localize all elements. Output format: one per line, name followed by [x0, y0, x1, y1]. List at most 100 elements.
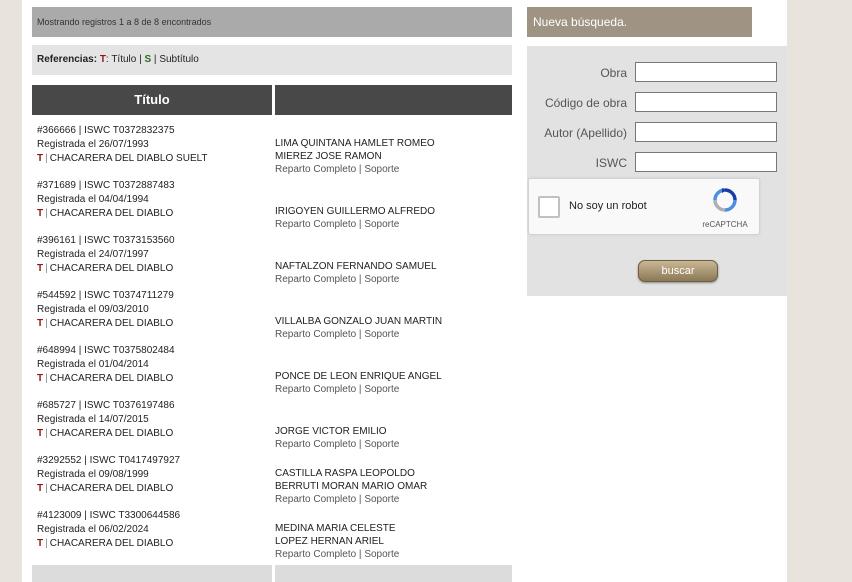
- reparto-completo-link[interactable]: Reparto Completo: [275, 494, 356, 505]
- registration-date: Registrada el 09/03/2010: [37, 304, 149, 315]
- author-name: IRIGOYEN GUILLERMO ALFREDO: [275, 206, 436, 217]
- title-cell: #3292552 | ISWC T0417497927 Registrada el…: [37, 454, 272, 496]
- soporte-link[interactable]: Soporte: [364, 274, 399, 285]
- separator: |: [45, 538, 48, 549]
- table-footer: [32, 565, 512, 582]
- registration-date: Registrada el 04/04/1994: [37, 194, 149, 205]
- recaptcha-icon: [713, 188, 737, 212]
- codigo-input[interactable]: [635, 92, 777, 112]
- title-cell: #685727 | ISWC T0376197486 Registrada el …: [37, 399, 272, 441]
- reparto-completo-link[interactable]: Reparto Completo: [275, 329, 356, 340]
- table-row: #685727 | ISWC T0376197486 Registrada el …: [32, 399, 512, 454]
- ref-s-label: Subtítulo: [159, 54, 199, 65]
- soporte-link[interactable]: Soporte: [364, 439, 399, 450]
- work-title-line: T | CHACARERA DEL DIABLO: [37, 262, 272, 276]
- work-title: CHACARERA DEL DIABLO SUELT: [49, 153, 208, 164]
- title-cell: #4123009 | ISWC T3300644586 Registrada el…: [37, 509, 272, 551]
- field-autor: Autor (Apellido): [527, 122, 787, 144]
- authors-cell: VILLALBA GONZALO JUAN MARTIN Reparto Comp…: [275, 289, 512, 341]
- table-row: #3292552 | ISWC T0417497927 Registrada el…: [32, 454, 512, 509]
- autor-input[interactable]: [635, 122, 777, 142]
- soporte-link[interactable]: Soporte: [364, 549, 399, 560]
- work-title-line: T | CHACARERA DEL DIABLO: [37, 537, 272, 551]
- title-type-badge: T: [37, 373, 44, 384]
- table-row: #544592 | ISWC T0374711279 Registrada el …: [32, 289, 512, 344]
- iswc-label: ISWC: [595, 156, 627, 170]
- recaptcha-checkbox[interactable]: [538, 196, 560, 218]
- iswc-input[interactable]: [635, 152, 777, 172]
- row-links: Reparto Completo | Soporte: [275, 163, 512, 176]
- work-title: CHACARERA DEL DIABLO: [49, 208, 174, 219]
- reparto-completo-link[interactable]: Reparto Completo: [275, 439, 356, 450]
- work-id-iswc: #685727 | ISWC T0376197486: [37, 400, 175, 411]
- title-type-badge: T: [37, 153, 44, 164]
- work-title: CHACARERA DEL DIABLO: [49, 483, 174, 494]
- soporte-link[interactable]: Soporte: [364, 384, 399, 395]
- row-links: Reparto Completo | Soporte: [275, 493, 512, 506]
- recaptcha-brand: reCAPTCHA: [702, 220, 748, 229]
- work-title: CHACARERA DEL DIABLO: [49, 538, 174, 549]
- row-links: Reparto Completo | Soporte: [275, 383, 512, 396]
- separator: |: [45, 208, 48, 219]
- results-column: Mostrando registros 1 a 8 de 8 encontrad…: [32, 0, 512, 582]
- authors-cell: NAFTALZON FERNANDO SAMUEL Reparto Complet…: [275, 234, 512, 286]
- obra-input[interactable]: [635, 62, 777, 82]
- registration-date: Registrada el 14/07/2015: [37, 414, 149, 425]
- search-button[interactable]: buscar: [638, 260, 718, 282]
- reparto-completo-link[interactable]: Reparto Completo: [275, 274, 356, 285]
- search-header: Nueva búsqueda.: [527, 7, 752, 37]
- ref-t-code: T: [99, 54, 106, 65]
- authors-cell: PONCE DE LEON ENRIQUE ANGEL Reparto Compl…: [275, 344, 512, 396]
- reparto-completo-link[interactable]: Reparto Completo: [275, 219, 356, 230]
- author-name: MEDINA MARIA CELESTE: [275, 523, 396, 534]
- title-cell: #544592 | ISWC T0374711279 Registrada el …: [37, 289, 272, 331]
- table-row: #396161 | ISWC T0373153560 Registrada el …: [32, 234, 512, 289]
- recaptcha-logo: reCAPTCHA: [701, 187, 749, 229]
- work-id-iswc: #366666 | ISWC T0372832375: [37, 125, 175, 136]
- separator: |: [45, 373, 48, 384]
- results-table: #366666 | ISWC T0372832375 Registrada el …: [32, 124, 512, 564]
- author-name: MIEREZ JOSE RAMON: [275, 151, 382, 162]
- work-title-line: T | CHACARERA DEL DIABLO: [37, 207, 272, 221]
- references-legend: Referencias: T: Título | S | Subtítulo: [32, 45, 512, 75]
- work-title-line: T | CHACARERA DEL DIABLO: [37, 317, 272, 331]
- soporte-link[interactable]: Soporte: [364, 219, 399, 230]
- registration-date: Registrada el 01/04/2014: [37, 359, 149, 370]
- table-row: #371689 | ISWC T0372887483 Registrada el …: [32, 179, 512, 234]
- title-type-badge: T: [37, 263, 44, 274]
- registration-date: Registrada el 24/07/1997: [37, 249, 149, 260]
- work-title: CHACARERA DEL DIABLO: [49, 428, 174, 439]
- work-id-iswc: #544592 | ISWC T0374711279: [37, 290, 174, 301]
- registration-date: Registrada el 06/02/2024: [37, 524, 149, 535]
- work-id-iswc: #371689 | ISWC T0372887483: [37, 180, 175, 191]
- soporte-link[interactable]: Soporte: [364, 494, 399, 505]
- title-type-badge: T: [37, 483, 44, 494]
- work-id-iswc: #3292552 | ISWC T0417497927: [37, 455, 181, 466]
- row-links: Reparto Completo | Soporte: [275, 438, 512, 451]
- author-name: NAFTALZON FERNANDO SAMUEL: [275, 261, 437, 272]
- author-name: LIMA QUINTANA HAMLET ROMEO: [275, 138, 435, 149]
- author-name: PONCE DE LEON ENRIQUE ANGEL: [275, 371, 442, 382]
- row-links: Reparto Completo | Soporte: [275, 548, 512, 561]
- work-title: CHACARERA DEL DIABLO: [49, 263, 174, 274]
- ref-t-label: Título: [111, 54, 137, 65]
- work-title-line: T | CHACARERA DEL DIABLO SUELT: [37, 152, 272, 166]
- results-count: Mostrando registros 1 a 8 de 8 encontrad…: [32, 7, 512, 37]
- page: Mostrando registros 1 a 8 de 8 encontrad…: [22, 0, 787, 582]
- work-id-iswc: #648994 | ISWC T0375802484: [37, 345, 175, 356]
- work-id-iswc: #396161 | ISWC T0373153560: [37, 235, 175, 246]
- title-cell: #396161 | ISWC T0373153560 Registrada el …: [37, 234, 272, 276]
- soporte-link[interactable]: Soporte: [364, 164, 399, 175]
- author-name: JORGE VICTOR EMILIO: [275, 426, 387, 437]
- column-header-authors: [275, 85, 512, 115]
- separator: |: [45, 318, 48, 329]
- authors-cell: MEDINA MARIA CELESTE LOPEZ HERNAN ARIEL Re…: [275, 509, 512, 561]
- reparto-completo-link[interactable]: Reparto Completo: [275, 549, 356, 560]
- field-iswc: ISWC: [527, 152, 787, 174]
- field-obra: Obra: [527, 62, 787, 84]
- registration-date: Registrada el 09/08/1999: [37, 469, 149, 480]
- work-title-line: T | CHACARERA DEL DIABLO: [37, 482, 272, 496]
- reparto-completo-link[interactable]: Reparto Completo: [275, 164, 356, 175]
- soporte-link[interactable]: Soporte: [364, 329, 399, 340]
- reparto-completo-link[interactable]: Reparto Completo: [275, 384, 356, 395]
